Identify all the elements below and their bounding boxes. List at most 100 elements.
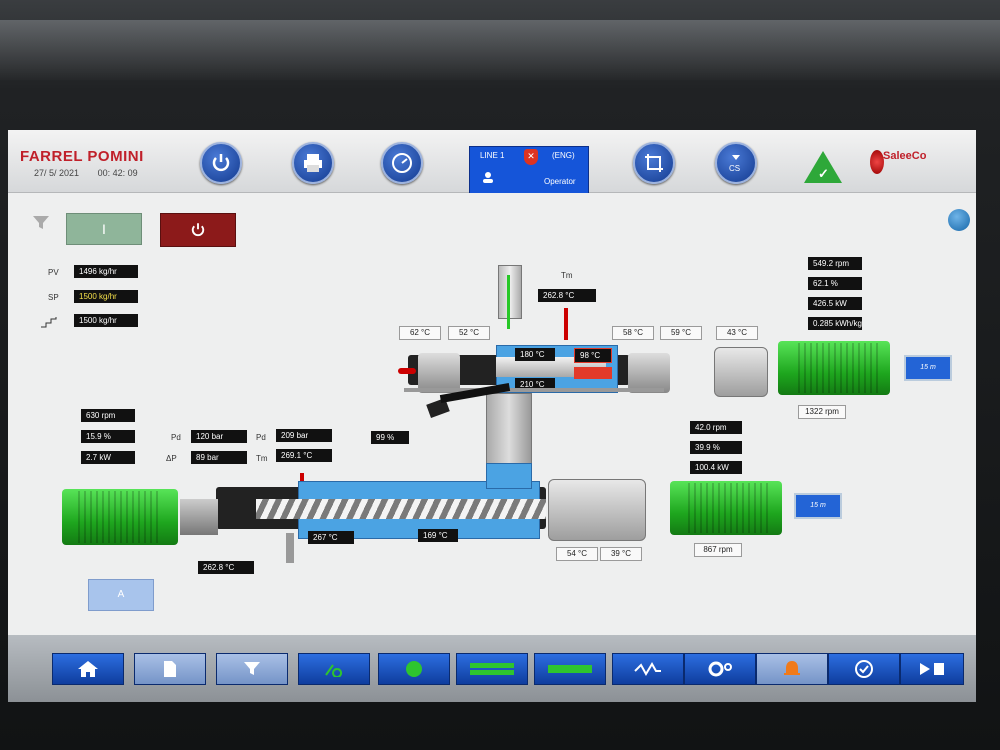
pd2-label: Pd	[256, 433, 266, 442]
top-bar: FARREL POMINI 27/ 5/ 2021 00: 42: 09 LIN…	[8, 130, 976, 196]
lower-gearbox	[548, 479, 646, 541]
trend-icon	[634, 662, 661, 676]
hmi-screen: FARREL POMINI 27/ 5/ 2021 00: 42: 09 LIN…	[8, 130, 976, 702]
user-icon	[482, 171, 494, 183]
nav-home-button[interactable]	[52, 653, 124, 685]
upper-gearbox	[714, 347, 768, 397]
feed-stream	[507, 275, 510, 329]
lower-aux-kw: 2.7 kW	[81, 451, 135, 464]
upper-barrel-temp-1: 180 °C	[515, 348, 555, 361]
process-view: I PV 1496 kg/hr SP 1500 kg/hr 1500 kg/hr…	[8, 193, 976, 647]
upper-bearing-left	[418, 353, 460, 393]
lower-motor-fins	[688, 483, 768, 533]
lower-tm-label: Tm	[256, 454, 268, 463]
user-role: Operator	[544, 177, 576, 186]
nav-trend-button[interactable]	[612, 653, 684, 685]
lower-aux-rpm: 630 rpm	[81, 409, 135, 422]
pd-label: Pd	[171, 433, 181, 442]
dp-value: 89 bar	[191, 451, 247, 464]
datetime: 27/ 5/ 2021 00: 42: 09	[34, 168, 154, 178]
upper-bearing-right	[628, 353, 670, 393]
svg-text:CS: CS	[729, 164, 740, 173]
nav-confirm-button[interactable]	[828, 653, 900, 685]
checkmark-circle-icon	[855, 660, 873, 678]
power-button[interactable]	[200, 142, 242, 184]
lower-barrel-temp-2: 169 °C	[418, 529, 458, 542]
lower-motor-speed: 867 rpm	[694, 543, 742, 557]
upper-motor-rpm: 549.2 rpm	[808, 257, 862, 270]
upper-zone-temp-4: 59 °C	[660, 326, 702, 340]
upper-tm-label: Tm	[561, 271, 573, 280]
auto-mode-button[interactable]: A	[88, 579, 154, 611]
stop-button[interactable]	[160, 213, 236, 247]
ramp-icon	[40, 315, 60, 328]
lower-aux-motor-fins	[78, 491, 158, 543]
upper-monitor-button[interactable]: 15 m	[904, 355, 952, 381]
nav-document-button[interactable]	[134, 653, 206, 685]
lower-aux-percent: 15.9 %	[81, 430, 135, 443]
upper-zone-temp-2: 52 °C	[448, 326, 490, 340]
sp-value[interactable]: 1500 kg/hr	[74, 290, 138, 303]
camera-button[interactable]	[948, 209, 970, 231]
lower-melt-temp: 262.8 °C	[198, 561, 254, 574]
language-label: (ENG)	[552, 151, 575, 160]
protective-film	[0, 20, 1000, 80]
time-display: 00: 42: 09	[97, 168, 138, 178]
home-icon	[78, 661, 98, 677]
nav-calibration-button[interactable]	[298, 653, 370, 685]
upper-specific-energy: 0.285 kWh/kg	[808, 317, 862, 330]
nav-filter-button[interactable]	[216, 653, 288, 685]
nav-motor-button[interactable]	[378, 653, 450, 685]
nav-alarm-button[interactable]	[756, 653, 828, 685]
upper-motor-power: 426.5 kW	[808, 297, 862, 310]
upper-motor-speed: 1322 rpm	[798, 405, 846, 419]
extruder-icon	[470, 663, 514, 675]
transfer-chute	[486, 393, 532, 465]
power-icon	[212, 154, 230, 172]
line-status-panel[interactable]: LINE 1 (ENG) ✕ Operator	[469, 146, 589, 196]
line-label: LINE 1	[480, 151, 505, 160]
filter-icon	[244, 662, 260, 675]
feed-hopper	[498, 265, 522, 319]
nav-barrel-button[interactable]	[534, 653, 606, 685]
dp-label: ΔP	[166, 454, 177, 463]
pv-value: 1496 kg/hr	[74, 265, 138, 278]
lower-motor-load: 39.9 %	[690, 441, 742, 454]
upper-zone-temp-5: 43 °C	[716, 326, 758, 340]
lower-gear-temp-1: 54 °C	[556, 547, 598, 561]
cs-button[interactable]: CS	[715, 142, 757, 184]
crop-icon	[645, 154, 663, 172]
lower-motor-rpm: 42.0 rpm	[690, 421, 742, 434]
lower-aux-coupling	[180, 499, 218, 535]
filter-icon[interactable]	[32, 215, 50, 231]
gear-icon	[708, 661, 732, 677]
upper-tm-value: 262.8 °C	[538, 289, 596, 302]
pv-label: PV	[48, 268, 59, 277]
play-document-icon	[920, 663, 944, 675]
lower-motor-power: 100.4 kW	[690, 461, 742, 474]
lower-barrel-temp-1: 267 °C	[308, 531, 354, 544]
shield-icon: ✕	[524, 149, 538, 165]
nav-extruder-button[interactable]	[456, 653, 528, 685]
pd2-value: 209 bar	[276, 429, 332, 442]
start-button[interactable]: I	[66, 213, 142, 245]
upper-barrel-temp-2: 98 °C	[574, 348, 612, 363]
document-icon	[164, 661, 176, 677]
nav-next-page-button[interactable]	[900, 653, 964, 685]
lower-screw	[256, 499, 546, 519]
alarm-bell-icon	[784, 661, 800, 675]
barrel-icon	[548, 665, 592, 673]
print-button[interactable]	[292, 142, 334, 184]
screen-select-button[interactable]	[633, 142, 675, 184]
upper-zone-temp-3: 58 °C	[612, 326, 654, 340]
brand-logo: FARREL POMINI	[20, 148, 144, 165]
gauge-button[interactable]	[381, 142, 423, 184]
ramp-value: 1500 kg/hr	[74, 314, 138, 327]
upper-motor-load: 62.1 %	[808, 277, 862, 290]
probe-icon	[325, 664, 343, 677]
upper-zone-temp-1: 62 °C	[399, 326, 441, 340]
pd-value: 120 bar	[191, 430, 247, 443]
nav-settings-button[interactable]	[684, 653, 756, 685]
printer-icon	[304, 154, 322, 172]
lower-monitor-button[interactable]: 15 m	[794, 493, 842, 519]
